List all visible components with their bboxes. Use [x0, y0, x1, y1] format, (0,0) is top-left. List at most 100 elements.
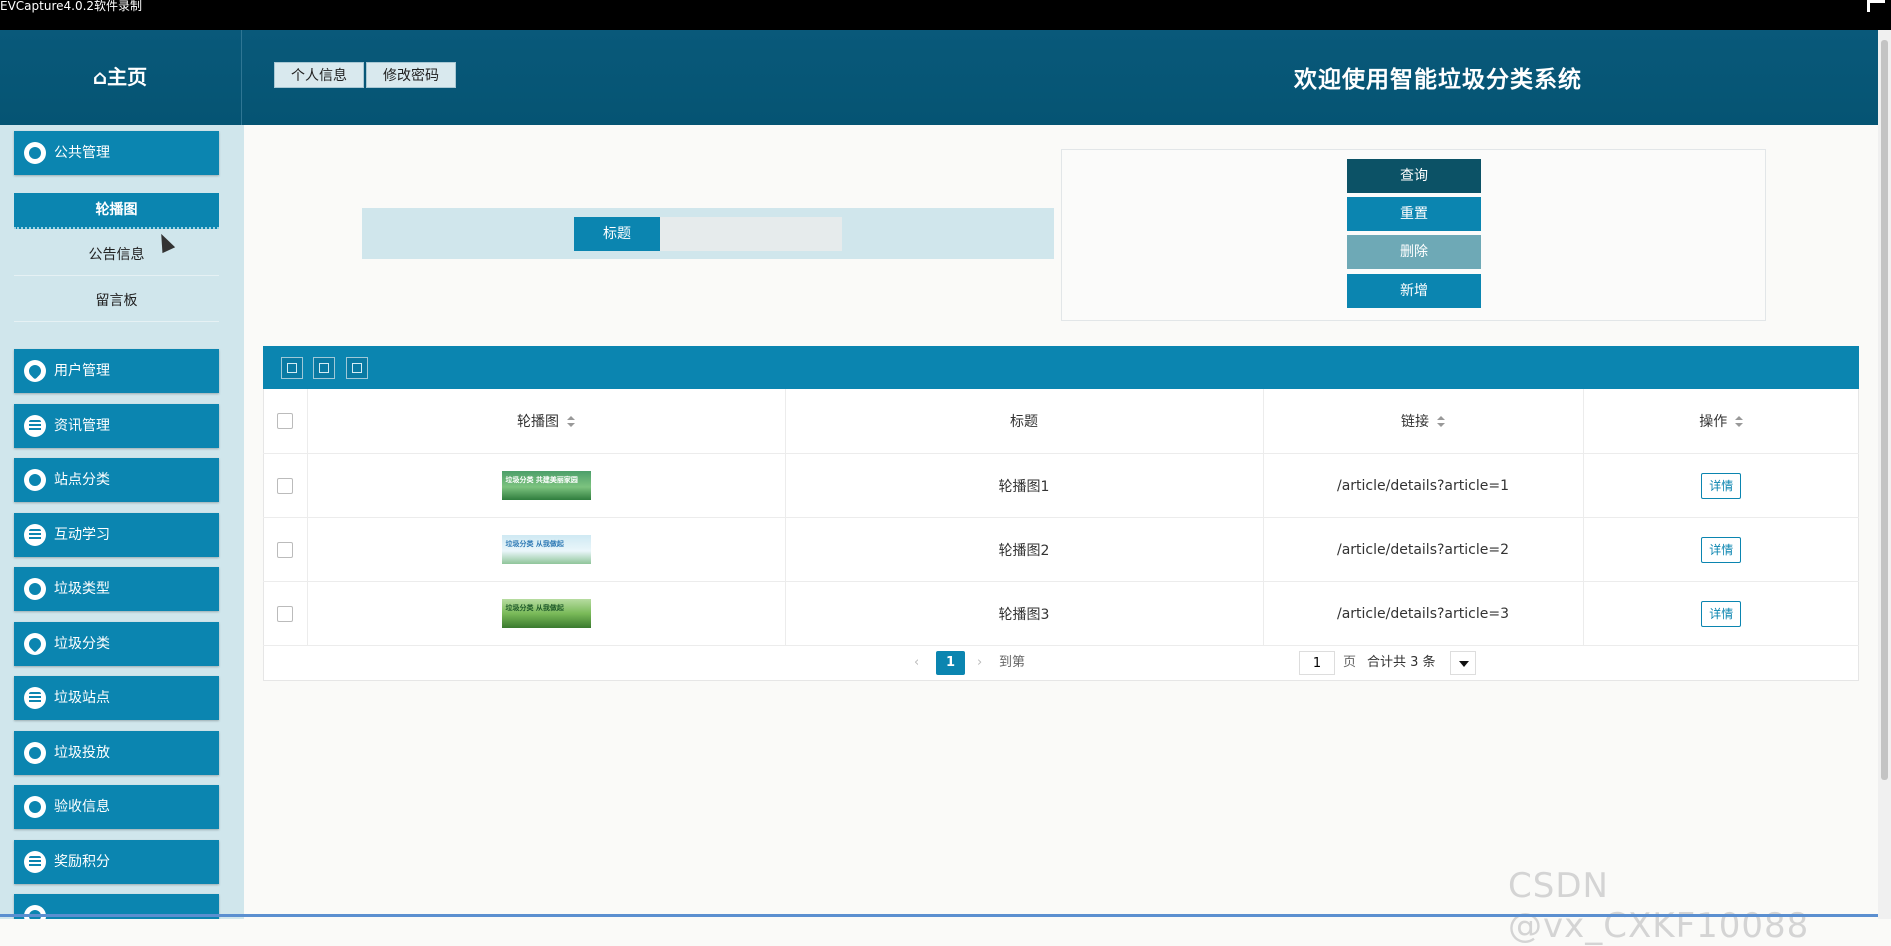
table-row: 垃圾分类 从我做起 轮播图3 /article/details?article=…: [263, 581, 1859, 646]
print-icon[interactable]: [346, 357, 368, 379]
capture-title: EVCapture4.0.2软件录制: [0, 0, 143, 13]
add-button[interactable]: 新增: [1347, 274, 1481, 308]
page-title: 欢迎使用智能垃圾分类系统: [1294, 67, 1582, 93]
list-icon: [24, 524, 46, 546]
column-header-image[interactable]: 轮播图: [307, 389, 786, 454]
list-icon: [24, 851, 46, 873]
heart-icon: [24, 633, 46, 655]
vertical-scrollbar[interactable]: [1878, 30, 1891, 919]
gear-icon: [24, 742, 46, 764]
sort-icon[interactable]: [1437, 416, 1445, 428]
cell-link: /article/details?article=2: [1263, 517, 1584, 582]
sort-icon[interactable]: [1735, 416, 1744, 428]
sidebar-group-label: 用户管理: [54, 363, 110, 379]
row-checkbox[interactable]: [276, 541, 293, 558]
sidebar-group-label: 垃圾分类: [54, 636, 110, 652]
export-icon[interactable]: [313, 357, 335, 379]
chevron-down-icon: [1459, 661, 1469, 667]
row-checkbox[interactable]: [276, 477, 293, 494]
goto-page-input[interactable]: [1299, 651, 1335, 675]
scrollbar-thumb[interactable]: [1881, 40, 1888, 780]
sidebar-group-users[interactable]: 用户管理: [14, 349, 219, 393]
sidebar-group-garbage-station[interactable]: 垃圾站点: [14, 676, 219, 720]
column-label: 标题: [1010, 414, 1038, 430]
sidebar-group-public[interactable]: 公共管理: [14, 131, 219, 175]
reset-button[interactable]: 重置: [1347, 197, 1481, 231]
detail-button[interactable]: 详情: [1701, 536, 1742, 563]
top-header: ⌂主页 个人信息 修改密码 欢迎使用智能垃圾分类系统: [0, 30, 1878, 125]
chat-icon: [24, 142, 46, 164]
sidebar-item-carousel[interactable]: 轮播图: [14, 193, 219, 229]
page-size-select[interactable]: [1450, 651, 1476, 675]
divider: [14, 321, 219, 322]
chat-icon: [24, 796, 46, 818]
sidebar-group-learning[interactable]: 互动学习: [14, 513, 219, 557]
sidebar-group-garbage-type[interactable]: 垃圾类型: [14, 567, 219, 611]
sort-icon[interactable]: [567, 416, 575, 428]
tab-profile[interactable]: 个人信息: [274, 62, 364, 88]
capture-title-bar: EVCapture4.0.2软件录制: [0, 0, 1891, 30]
cell-title: 轮播图2: [785, 517, 1264, 582]
carousel-table: 轮播图 标题 链接 操作 垃圾分类 共建美丽家园 轮播图1 /article/d…: [263, 389, 1859, 646]
sidebar-group-news[interactable]: 资讯管理: [14, 404, 219, 448]
query-button[interactable]: 查询: [1347, 159, 1481, 193]
column-label: 链接: [1401, 414, 1429, 430]
goto-label: 到第: [999, 655, 1026, 670]
watermark: CSDN @vx_CXKF10088: [1508, 866, 1810, 946]
cell-link: /article/details?article=1: [1263, 453, 1584, 518]
title-search-input[interactable]: [660, 217, 842, 251]
pagination: ‹ 1 › 到第 页 合计共 3 条: [263, 645, 1859, 681]
sidebar-group-label: 站点分类: [54, 472, 110, 488]
total-count: 合计共 3 条: [1367, 655, 1436, 670]
search-label: 标题: [574, 217, 660, 251]
heart-icon: [24, 360, 46, 382]
list-icon: [24, 687, 46, 709]
sidebar-item-notice[interactable]: 公告信息: [14, 235, 219, 275]
home-link[interactable]: ⌂主页: [0, 30, 240, 125]
table-header-row: 轮播图 标题 链接 操作: [263, 389, 1859, 454]
table-toolbar: [263, 346, 1859, 389]
header-select-all[interactable]: [263, 389, 308, 454]
carousel-thumbnail: 垃圾分类 从我做起: [501, 599, 591, 628]
next-page-icon[interactable]: ›: [977, 651, 982, 675]
column-header-ops[interactable]: 操作: [1583, 389, 1859, 454]
carousel-thumbnail: 垃圾分类 共建美丽家园: [501, 471, 591, 500]
prev-page-icon[interactable]: ‹: [914, 651, 919, 675]
columns-icon[interactable]: [281, 357, 303, 379]
detail-button[interactable]: 详情: [1701, 472, 1742, 499]
sidebar-group-station-category[interactable]: 站点分类: [14, 458, 219, 502]
detail-button[interactable]: 详情: [1701, 600, 1742, 627]
gear-icon: [24, 469, 46, 491]
cell-title: 轮播图1: [785, 453, 1264, 518]
select-all-checkbox[interactable]: [276, 413, 293, 429]
sidebar-item-message-board[interactable]: 留言板: [14, 281, 219, 321]
divider: [14, 275, 219, 276]
sidebar-group-garbage-sort[interactable]: 垃圾分类: [14, 622, 219, 666]
cell-link: /article/details?article=3: [1263, 581, 1584, 646]
sidebar-group-label: 资讯管理: [54, 418, 110, 434]
sidebar-group-points[interactable]: 奖励积分: [14, 840, 219, 884]
sidebar-group-garbage-drop[interactable]: 垃圾投放: [14, 731, 219, 775]
sidebar-group-label: 互动学习: [54, 527, 110, 543]
sidebar-group-label: 垃圾投放: [54, 745, 110, 761]
exit-fullscreen-icon[interactable]: [1867, 0, 1885, 12]
tab-change-password[interactable]: 修改密码: [366, 62, 456, 88]
column-header-link[interactable]: 链接: [1263, 389, 1584, 454]
carousel-thumbnail: 垃圾分类 从我做起: [501, 535, 591, 564]
table-row: 垃圾分类 从我做起 轮播图2 /article/details?article=…: [263, 517, 1859, 582]
column-header-title: 标题: [785, 389, 1264, 454]
sidebar-group-label: 公共管理: [54, 145, 110, 161]
row-checkbox[interactable]: [276, 605, 293, 622]
page-unit-label: 页: [1343, 655, 1357, 670]
header-tabs: 个人信息 修改密码: [274, 62, 456, 88]
cell-title: 轮播图3: [785, 581, 1264, 646]
page-current[interactable]: 1: [936, 651, 965, 675]
delete-button[interactable]: 删除: [1347, 235, 1481, 269]
header-divider: [241, 30, 242, 125]
sidebar-group-label: 垃圾站点: [54, 690, 110, 706]
table-row: 垃圾分类 共建美丽家园 轮播图1 /article/details?articl…: [263, 453, 1859, 518]
list-icon: [24, 415, 46, 437]
sidebar-group-acceptance[interactable]: 验收信息: [14, 785, 219, 829]
sidebar-group-label: 验收信息: [54, 799, 110, 815]
column-label: 操作: [1699, 414, 1728, 430]
